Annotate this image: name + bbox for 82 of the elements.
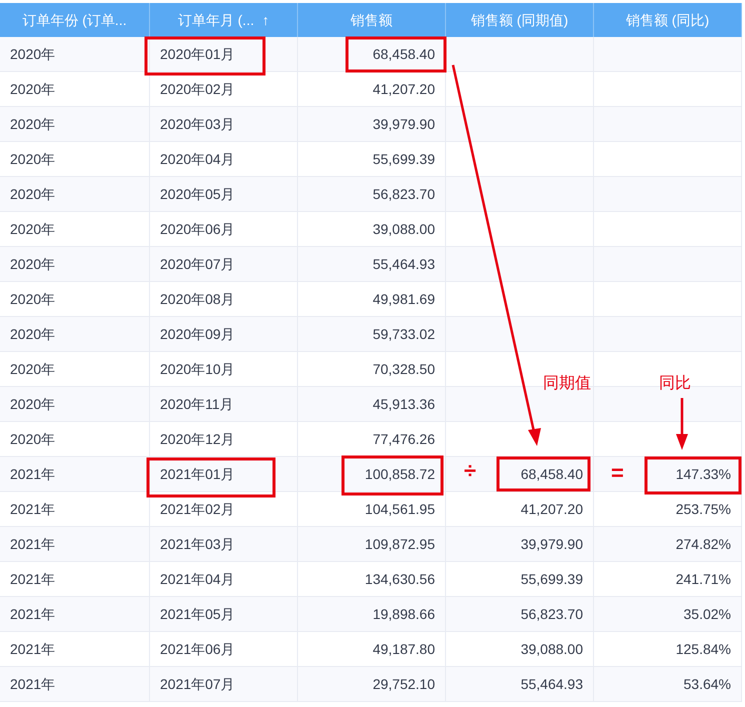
table-cell-text: 125.84% — [676, 640, 731, 658]
table-cell-text: 2020年07月 — [160, 254, 235, 274]
table-cell-text: 2021年03月 — [160, 534, 235, 554]
column-header[interactable]: 订单年月 (... — [178, 10, 254, 30]
table-cell-text: 2020年06月 — [160, 220, 235, 238]
table-cell-text: 2020年 — [10, 324, 56, 344]
column-header[interactable]: 销售额 (同比) — [626, 10, 710, 30]
table-cell-text: 2021年06月 — [160, 640, 235, 658]
table-cell-text: 2020年01月 — [160, 44, 235, 64]
table-cell-text: 2020年10月 — [160, 360, 235, 378]
table-cell-text: 19,898.66 — [372, 604, 435, 624]
table-cell-text: 49,187.80 — [372, 640, 435, 658]
table-cell-text: 70,328.50 — [372, 360, 435, 378]
column-header[interactable]: 销售额 (同期值) — [470, 10, 568, 30]
table-cell-text: 2020年 — [10, 114, 56, 134]
table-cell-text: 2021年02月 — [160, 500, 235, 518]
table-cell-text: 56,823.70 — [520, 604, 583, 624]
table-cell-text: 2021年 — [10, 464, 56, 484]
arrow — [676, 398, 688, 450]
table-cell-text: 2020年 — [10, 80, 56, 98]
table-cell-text: 53.64% — [684, 674, 731, 694]
table-cell-text: 2021年 — [10, 604, 56, 624]
table-cell-text: 2020年 — [10, 254, 56, 274]
table-cell-text: 68,458.40 — [520, 464, 583, 484]
equals-sign: = — [611, 462, 624, 484]
table-cell-text: 2020年12月 — [160, 430, 235, 448]
table-cell-text: 2020年 — [10, 150, 56, 168]
table-cell-text: 104,561.95 — [364, 500, 435, 518]
divide-sign: ÷ — [464, 460, 476, 482]
table-cell-text: 2021年07月 — [160, 674, 235, 694]
table-cell-text: 55,699.39 — [372, 150, 435, 168]
table-cell-text: 109,872.95 — [364, 534, 435, 554]
table-cell-text: 2021年 — [10, 640, 56, 658]
table-cell-text: 253.75% — [676, 500, 731, 518]
table-cell-text: 2020年 — [10, 430, 56, 448]
table-cell-text: 2021年 — [10, 534, 56, 554]
table-cell-text: 35.02% — [684, 604, 731, 624]
table-cell-text: 55,464.93 — [372, 254, 435, 274]
table-cell-text: 2021年 — [10, 674, 56, 694]
table-cell-text: 77,476.26 — [372, 430, 435, 448]
column-header[interactable]: 订单年份 (订单... — [22, 10, 127, 30]
table-cell-text: 2020年 — [10, 44, 56, 64]
sort-icon[interactable]: ↑ — [262, 10, 270, 30]
table-cell-text: 2021年 — [10, 500, 56, 518]
annotation-label: 同期值 — [543, 374, 591, 394]
table-cell-text: 45,913.36 — [372, 394, 435, 414]
table-cell-text: 29,752.10 — [372, 674, 435, 694]
table-cell-text: 134,630.56 — [364, 570, 435, 588]
table-cell-text: 55,699.39 — [520, 570, 583, 588]
table-cell-text: 2020年09月 — [160, 324, 235, 344]
table-cell-text: 147.33% — [676, 464, 731, 484]
table-cell-text: 2020年04月 — [160, 150, 235, 168]
table-cell-text: 2020年11月 — [160, 394, 234, 414]
table-cell-text: 2020年08月 — [160, 290, 235, 308]
table-cell-text: 274.82% — [676, 534, 731, 554]
table-cell-text: 2020年 — [10, 184, 56, 204]
table-cell-text: 2021年04月 — [160, 570, 235, 588]
table-cell-text: 41,207.20 — [520, 500, 583, 518]
table-cell-text: 41,207.20 — [372, 80, 435, 98]
table-cell-text: 241.71% — [676, 570, 731, 588]
table-cell-text: 56,823.70 — [372, 184, 435, 204]
table-cell-text: 2021年 — [10, 570, 56, 588]
table-cell-text: 49,981.69 — [372, 290, 435, 308]
table-cell-text: 2020年03月 — [160, 114, 235, 134]
table-cell-text: 2021年05月 — [160, 604, 235, 624]
table-cell-text: 100,858.72 — [364, 464, 435, 484]
table-cell-text: 68,458.40 — [372, 44, 435, 64]
table-cell-text: 2021年01月 — [160, 464, 235, 484]
table-cell-text: 2020年02月 — [160, 80, 235, 98]
table-cell-text: 2020年 — [10, 394, 56, 414]
table-cell-text: 39,979.90 — [520, 534, 583, 554]
table-cell-text: 2020年 — [10, 360, 56, 378]
annotation-label: 同比 — [659, 374, 691, 394]
table-cell-text: 39,088.00 — [520, 640, 583, 658]
table-cell-text: 2020年 — [10, 290, 56, 308]
table-cell-text: 55,464.93 — [520, 674, 583, 694]
table-cell-text: 39,088.00 — [372, 220, 435, 238]
table-cell-text: 2020年 — [10, 220, 56, 238]
table-cell-text: 59,733.02 — [372, 324, 435, 344]
table-cell-text: 2020年05月 — [160, 184, 235, 204]
column-header[interactable]: 销售额 — [350, 10, 392, 30]
table-cell-text: 39,979.90 — [372, 114, 435, 134]
